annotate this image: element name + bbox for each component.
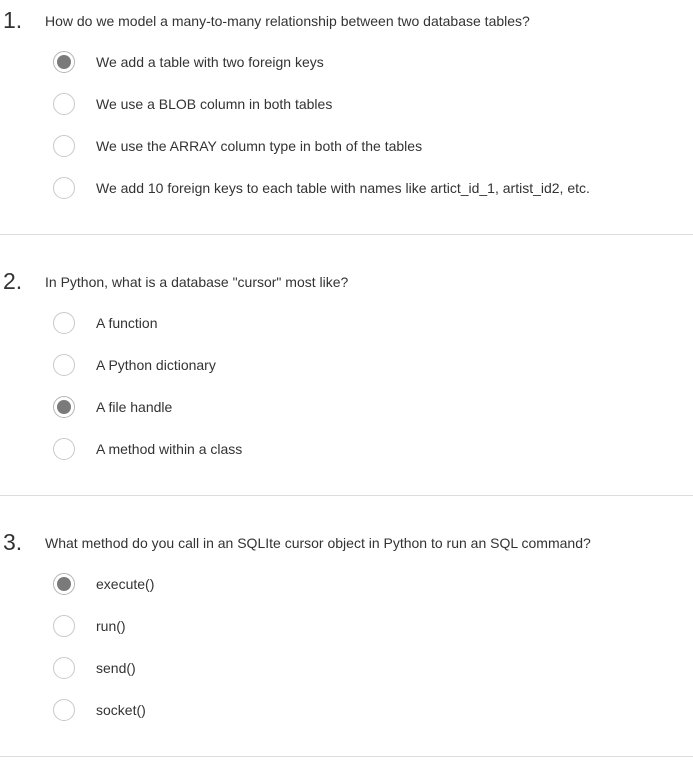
option-label: A Python dictionary (96, 357, 216, 373)
option-label: We add a table with two foreign keys (96, 54, 324, 70)
question-number: 1. (3, 7, 23, 33)
option-label: run() (96, 618, 126, 634)
option-label: send() (96, 660, 136, 676)
option-label: We add 10 foreign keys to each table wit… (96, 180, 590, 196)
radio-selected-icon[interactable] (53, 573, 75, 595)
section-divider (0, 234, 693, 235)
option-radio[interactable]: We add 10 foreign keys to each table wit… (53, 177, 673, 203)
option-label: socket() (96, 702, 146, 718)
radio-unselected-icon[interactable] (53, 312, 75, 334)
radio-unselected-icon[interactable] (53, 438, 75, 460)
option-label: A file handle (96, 399, 173, 415)
option-radio[interactable]: A method within a class (53, 438, 673, 464)
radio-unselected-icon[interactable] (53, 354, 75, 376)
option-radio[interactable]: socket() (53, 699, 673, 725)
option-radio[interactable]: A function (53, 312, 673, 338)
question-number: 3. (3, 529, 23, 555)
option-label: execute() (96, 576, 155, 592)
radio-unselected-icon[interactable] (53, 657, 75, 679)
radio-unselected-icon[interactable] (53, 135, 75, 157)
section-divider (0, 756, 693, 757)
option-label: A function (96, 315, 158, 331)
option-label: A method within a class (96, 441, 243, 457)
radio-selected-icon[interactable] (53, 396, 75, 418)
section-divider (0, 495, 693, 496)
radio-unselected-icon[interactable] (53, 699, 75, 721)
option-radio[interactable]: execute() (53, 573, 673, 599)
option-radio[interactable]: We use the ARRAY column type in both of … (53, 135, 673, 161)
radio-unselected-icon[interactable] (53, 177, 75, 199)
option-radio[interactable]: A file handle (53, 396, 673, 422)
radio-selected-icon[interactable] (53, 51, 75, 73)
question-number: 2. (3, 268, 23, 294)
option-label: We use a BLOB column in both tables (96, 96, 333, 112)
question-text: How do we model a many-to-many relations… (45, 13, 530, 29)
option-radio[interactable]: We use a BLOB column in both tables (53, 93, 673, 119)
option-radio[interactable]: A Python dictionary (53, 354, 673, 380)
radio-unselected-icon[interactable] (53, 93, 75, 115)
option-radio[interactable]: run() (53, 615, 673, 641)
option-label: We use the ARRAY column type in both of … (96, 138, 423, 154)
question-text: What method do you call in an SQLIte cur… (45, 535, 591, 551)
option-radio[interactable]: send() (53, 657, 673, 683)
radio-unselected-icon[interactable] (53, 615, 75, 637)
question-text: In Python, what is a database "cursor" m… (45, 274, 349, 290)
option-radio[interactable]: We add a table with two foreign keys (53, 51, 673, 77)
